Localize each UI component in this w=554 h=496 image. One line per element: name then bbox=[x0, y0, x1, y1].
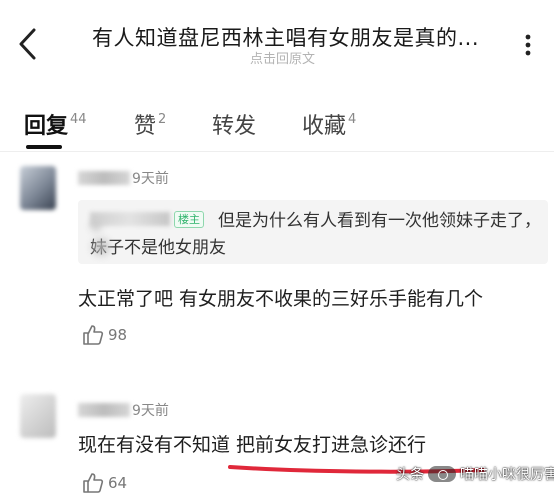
tab-favorites-label: 收藏 bbox=[302, 114, 347, 139]
comment-meta: 9天前 bbox=[78, 168, 169, 187]
more-dots-icon[interactable] bbox=[516, 33, 540, 57]
comment-text: 太正常了吧 有女朋友不收果的三好乐手能有几个 bbox=[78, 288, 484, 310]
quoted-reply[interactable]: 楼主 但是为什么有人看到有一次他领妹子走了，妹子不是他女朋友 bbox=[78, 200, 548, 264]
like-count: 98 bbox=[108, 326, 128, 344]
top-bar: 有人知道盘尼西林主唱有女朋友是真的... 点击回原文 bbox=[0, 0, 554, 96]
tab-favorites[interactable]: 收藏 4 bbox=[302, 108, 356, 140]
thumbs-up-icon bbox=[83, 473, 104, 493]
thumbs-up-icon bbox=[83, 325, 104, 345]
username-blurred[interactable] bbox=[78, 403, 130, 417]
comment-time: 9天前 bbox=[132, 171, 169, 187]
tab-likes-count: 2 bbox=[158, 112, 167, 127]
comment-time: 9天前 bbox=[132, 403, 169, 419]
tab-replies-label: 回复 bbox=[24, 114, 69, 139]
tab-replies-count: 44 bbox=[70, 112, 87, 127]
view-original-link[interactable]: 点击回原文 bbox=[250, 48, 315, 67]
active-tab-indicator bbox=[26, 145, 62, 149]
avatar[interactable] bbox=[20, 394, 56, 438]
watermark-author: 喵喵小咪很厉害 bbox=[460, 467, 554, 483]
tab-likes[interactable]: 赞2 bbox=[134, 108, 166, 140]
watermark-separator-icon bbox=[428, 466, 456, 482]
tab-replies[interactable]: 回复 44 bbox=[24, 108, 87, 140]
username-blurred[interactable] bbox=[78, 171, 130, 185]
image-artifact bbox=[86, 236, 116, 258]
avatar[interactable] bbox=[20, 166, 56, 210]
image-artifact bbox=[86, 218, 106, 234]
tab-reposts[interactable]: 转发 bbox=[212, 108, 256, 140]
comment-text: 现在有没有不知道 把前女友打进急诊还行 bbox=[78, 434, 427, 456]
chevron-left-icon[interactable] bbox=[12, 24, 46, 64]
watermark: 头条 喵喵小咪很厉害 bbox=[396, 464, 554, 486]
tab-reposts-label: 转发 bbox=[212, 114, 257, 139]
tab-bar: 回复 44 赞2 转发 收藏 4 bbox=[0, 96, 554, 152]
watermark-source: 头条 bbox=[396, 467, 424, 483]
like-count: 64 bbox=[108, 474, 128, 492]
quoted-text: 但是为什么有人看到有一次他领妹子走了，妹子不是他女朋友 bbox=[90, 211, 541, 258]
tab-likes-label: 赞 bbox=[134, 114, 157, 139]
comment-item: 9天前 楼主 但是为什么有人看到有一次他领妹子走了，妹子不是他女朋友 太正常了吧… bbox=[0, 152, 554, 362]
comment-meta: 9天前 bbox=[78, 400, 169, 419]
tab-favorites-count: 4 bbox=[348, 112, 357, 127]
